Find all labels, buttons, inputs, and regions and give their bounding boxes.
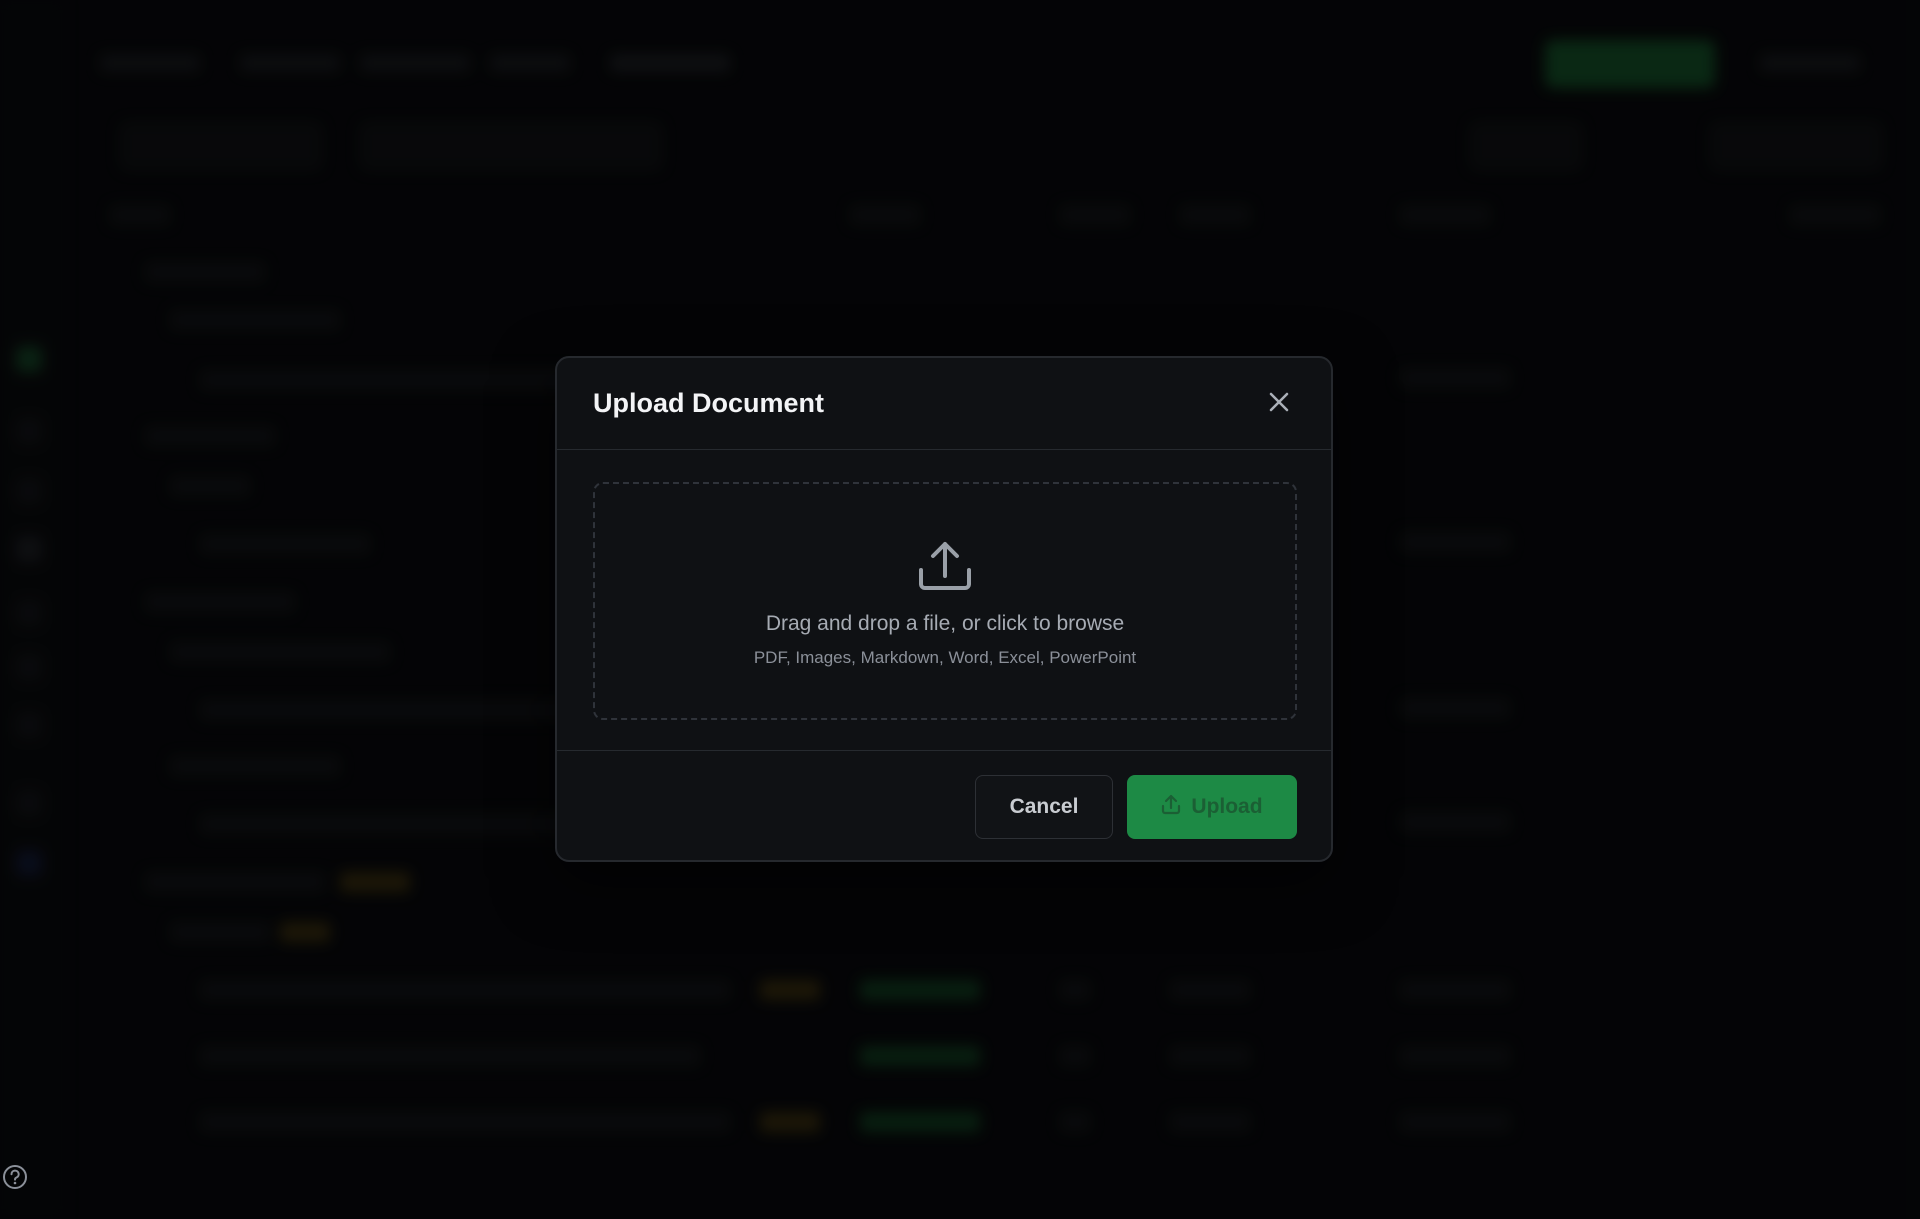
upload-button-label: Upload xyxy=(1191,795,1263,818)
upload-button-icon xyxy=(1161,793,1181,821)
help-icon[interactable] xyxy=(2,1164,28,1190)
upload-button[interactable]: Upload xyxy=(1127,775,1297,839)
close-button[interactable] xyxy=(1259,384,1299,424)
cancel-button[interactable]: Cancel xyxy=(975,775,1113,839)
dialog-footer: Cancel Upload xyxy=(557,750,1331,860)
upload-document-dialog: Upload Document Drag and drop a file, or… xyxy=(555,356,1333,862)
dropzone-file-types: PDF, Images, Markdown, Word, Excel, Powe… xyxy=(753,648,1137,667)
file-dropzone[interactable]: Drag and drop a file, or click to browse… xyxy=(593,482,1297,720)
upload-icon xyxy=(917,538,973,594)
close-icon xyxy=(1267,390,1291,419)
dialog-title: Upload Document xyxy=(593,388,825,418)
dialog-header: Upload Document xyxy=(557,358,1331,450)
dropzone-instructions: Drag and drop a file, or click to browse xyxy=(765,612,1125,635)
